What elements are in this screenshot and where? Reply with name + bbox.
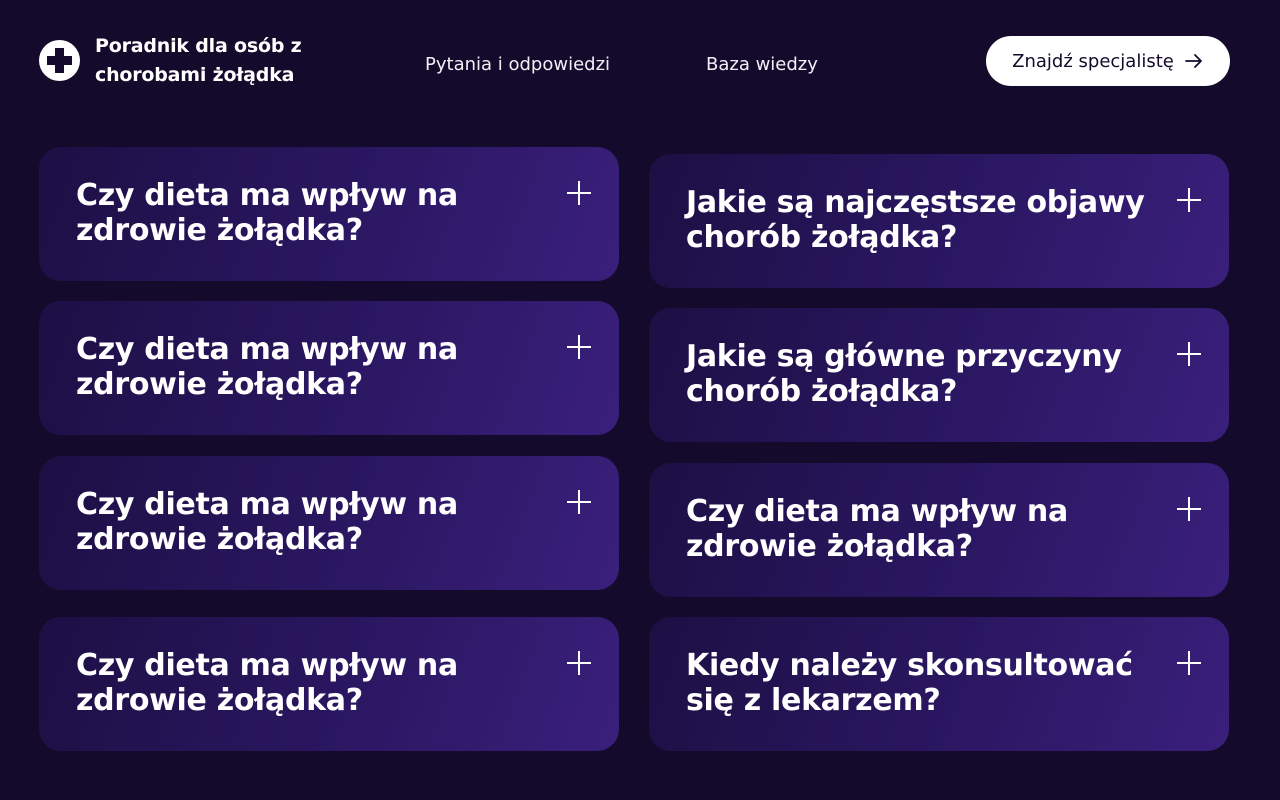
faq-question: Jakie są główne przyczyny chorób żołądka… bbox=[686, 339, 1122, 409]
plus-icon[interactable] bbox=[567, 490, 591, 514]
faq-question: Jakie są najczęstsze objawy chorób żołąd… bbox=[686, 185, 1145, 255]
plus-icon[interactable] bbox=[1177, 497, 1201, 521]
plus-icon[interactable] bbox=[1177, 342, 1201, 366]
plus-icon[interactable] bbox=[1177, 188, 1201, 212]
arrow-right-icon bbox=[1184, 51, 1204, 71]
faq-question: Kiedy należy skonsultować się z lekarzem… bbox=[686, 648, 1133, 718]
nav-link-knowledge-base[interactable]: Baza wiedzy bbox=[706, 52, 818, 78]
faq-card[interactable]: Jakie są najczęstsze objawy chorób żołąd… bbox=[649, 154, 1229, 288]
plus-icon[interactable] bbox=[567, 651, 591, 675]
faq-question: Czy dieta ma wpływ na zdrowie żołądka? bbox=[76, 487, 458, 557]
brand-title[interactable]: Poradnik dla osób z chorobami żołądka bbox=[95, 32, 335, 90]
faq-card[interactable]: Kiedy należy skonsultować się z lekarzem… bbox=[649, 617, 1229, 751]
medical-cross-icon[interactable] bbox=[39, 40, 80, 81]
faq-question: Czy dieta ma wpływ na zdrowie żołądka? bbox=[76, 332, 458, 402]
faq-card[interactable]: Czy dieta ma wpływ na zdrowie żołądka? bbox=[649, 463, 1229, 597]
plus-icon[interactable] bbox=[1177, 651, 1201, 675]
faq-question: Czy dieta ma wpływ na zdrowie żołądka? bbox=[76, 648, 458, 718]
faq-card[interactable]: Czy dieta ma wpływ na zdrowie żołądka? bbox=[39, 301, 619, 435]
faq-question: Czy dieta ma wpływ na zdrowie żołądka? bbox=[76, 178, 458, 248]
faq-card[interactable]: Jakie są główne przyczyny chorób żołądka… bbox=[649, 308, 1229, 442]
plus-icon[interactable] bbox=[567, 335, 591, 359]
find-specialist-button[interactable]: Znajdź specjalistę bbox=[986, 36, 1230, 86]
faq-card[interactable]: Czy dieta ma wpływ na zdrowie żołądka? bbox=[39, 456, 619, 590]
faq-card[interactable]: Czy dieta ma wpływ na zdrowie żołądka? bbox=[39, 147, 619, 281]
faq-card[interactable]: Czy dieta ma wpływ na zdrowie żołądka? bbox=[39, 617, 619, 751]
find-specialist-label: Znajdź specjalistę bbox=[1012, 50, 1174, 72]
nav-link-questions[interactable]: Pytania i odpowiedzi bbox=[425, 52, 610, 78]
faq-question: Czy dieta ma wpływ na zdrowie żołądka? bbox=[686, 494, 1068, 564]
plus-icon[interactable] bbox=[567, 181, 591, 205]
site-header: Poradnik dla osób z chorobami żołądka Py… bbox=[0, 0, 1280, 120]
